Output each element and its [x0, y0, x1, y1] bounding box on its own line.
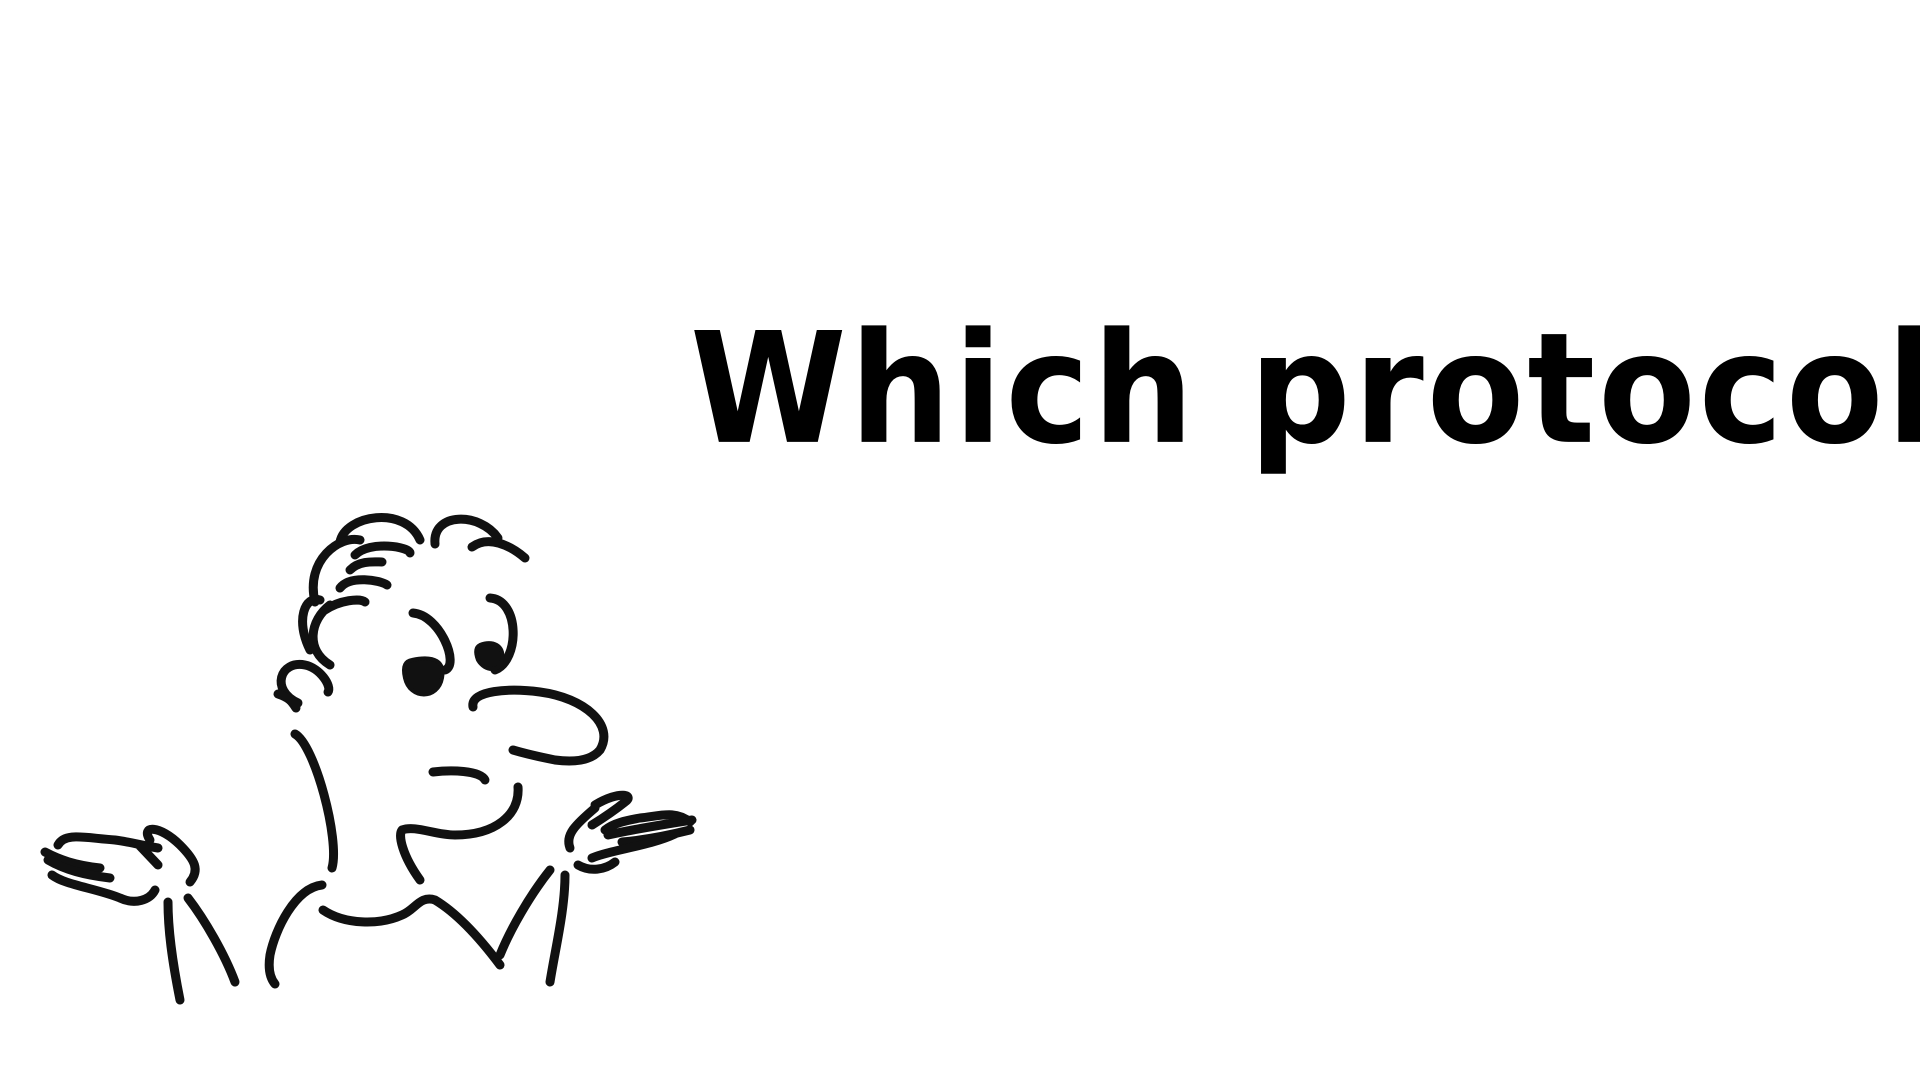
- slide-canvas: Which protocol?: [0, 0, 1920, 1080]
- person-right-hand: [495, 790, 697, 987]
- person-mouth: [396, 766, 523, 885]
- slide-headline: Which protocol?: [690, 300, 1920, 479]
- shrugging-person-drawing: [40, 513, 697, 1005]
- person-left-hand: [40, 824, 240, 1005]
- person-nose: [468, 685, 609, 766]
- person-eyes: [401, 593, 518, 697]
- shrugging-person-icon: [40, 490, 770, 1030]
- person-ear: [273, 660, 334, 713]
